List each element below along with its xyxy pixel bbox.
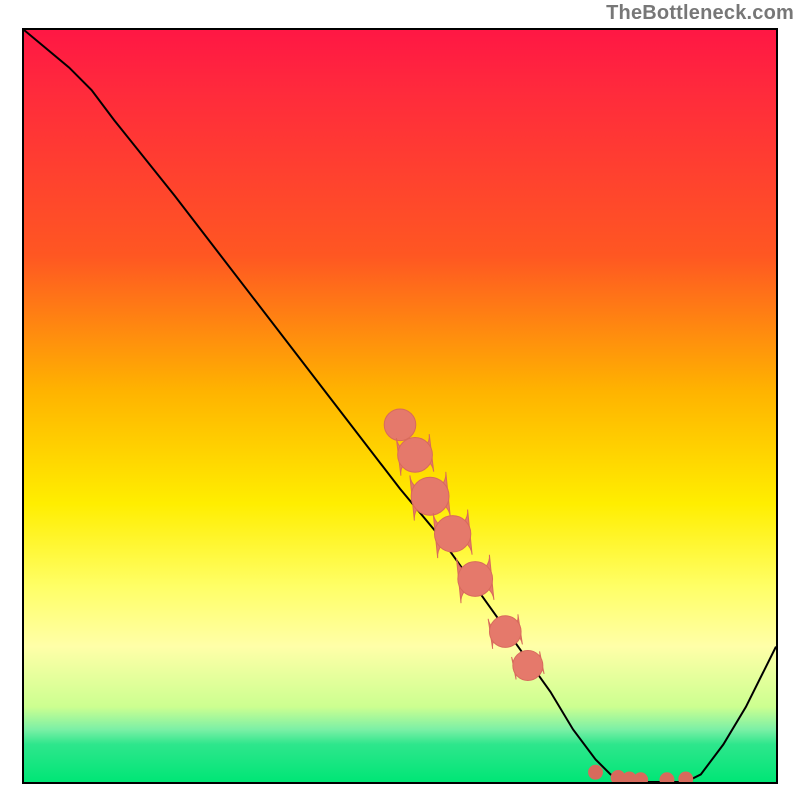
marker-cluster-bump xyxy=(434,516,470,552)
bottom-dot xyxy=(589,765,603,779)
marker-cluster-bump xyxy=(513,650,543,680)
bottom-dot xyxy=(634,773,648,784)
marker-cluster-bump xyxy=(489,616,521,648)
chart-svg xyxy=(24,30,776,782)
marker-cluster-bump xyxy=(384,409,416,441)
plot-area xyxy=(22,28,778,784)
bottleneck-curve xyxy=(24,30,776,782)
marker-cluster-bump xyxy=(411,477,449,515)
marker-cluster-group xyxy=(384,409,544,680)
bottom-dot xyxy=(660,773,674,784)
marker-cluster-bump xyxy=(458,562,493,597)
attribution-text: TheBottleneck.com xyxy=(606,2,794,25)
bottom-dot xyxy=(679,772,693,784)
chart-container: TheBottleneck.com xyxy=(0,0,800,800)
marker-cluster-bump xyxy=(398,438,433,473)
